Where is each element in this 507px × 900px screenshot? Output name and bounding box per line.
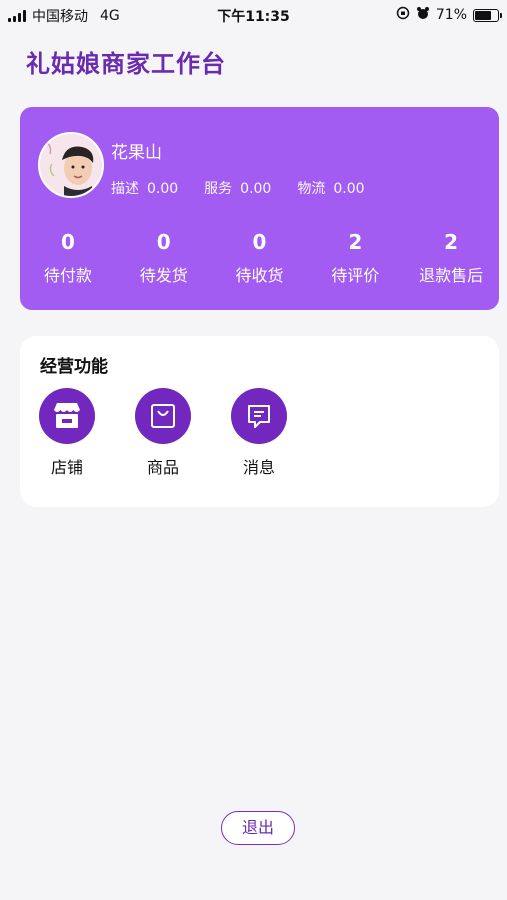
orientation-lock-icon <box>396 6 410 24</box>
function-store[interactable]: 店铺 <box>39 388 95 478</box>
order-refund-aftersale[interactable]: 2 退款售后 <box>403 230 499 286</box>
page-title: 礼姑娘商家工作台 <box>26 50 226 78</box>
function-label: 消息 <box>242 458 275 477</box>
function-products[interactable]: 商品 <box>135 388 191 478</box>
alarm-icon <box>416 6 430 24</box>
rating-description: 描述 0.00 <box>111 178 178 198</box>
order-count: 2 <box>348 230 363 254</box>
order-label: 待评价 <box>331 266 380 285</box>
order-label: 待发货 <box>139 266 188 285</box>
order-count: 0 <box>156 230 171 254</box>
message-icon[interactable] <box>231 388 287 444</box>
avatar[interactable] <box>38 132 104 198</box>
order-label: 待收货 <box>235 266 284 285</box>
functions-grid: 店铺 商品 消息 <box>39 388 287 478</box>
status-right: 71% <box>396 6 502 24</box>
function-label: 店铺 <box>50 458 83 477</box>
profile-card: 花果山 描述 0.00 服务 0.00 物流 0.00 0 待付款 0 待发货 0 待… <box>20 107 499 310</box>
rating-value: 0.00 <box>240 181 272 197</box>
order-count: 2 <box>444 230 459 254</box>
function-messages[interactable]: 消息 <box>231 388 287 478</box>
rating-logistics: 物流 0.00 <box>297 178 364 198</box>
order-label: 待付款 <box>43 266 92 285</box>
order-count: 0 <box>60 230 75 254</box>
order-pending-review[interactable]: 2 待评价 <box>307 230 403 286</box>
order-pending-shipment[interactable]: 0 待发货 <box>116 230 212 286</box>
ratings-row: 描述 0.00 服务 0.00 物流 0.00 <box>111 178 365 198</box>
rating-label: 描述 <box>111 181 139 197</box>
function-label: 商品 <box>146 458 179 477</box>
rating-value: 0.00 <box>147 181 179 197</box>
logout-button[interactable]: 退出 <box>221 811 295 845</box>
rating-value: 0.00 <box>333 181 365 197</box>
battery-icon <box>473 8 502 22</box>
rating-label: 服务 <box>204 181 233 197</box>
battery-percent: 71% <box>435 7 467 23</box>
status-bar: 中国移动 4G 下午11:35 71% <box>0 0 507 30</box>
order-status-row: 0 待付款 0 待发货 0 待收货 2 待评价 2 退款售后 <box>20 230 499 286</box>
order-label: 退款售后 <box>419 266 484 285</box>
rating-service: 服务 0.00 <box>204 178 271 198</box>
functions-title: 经营功能 <box>40 357 108 377</box>
functions-card: 经营功能 店铺 商品 消息 <box>20 336 499 507</box>
store-icon[interactable] <box>39 388 95 444</box>
order-pending-receipt[interactable]: 0 待收货 <box>212 230 308 286</box>
order-count: 0 <box>252 230 267 254</box>
shop-name: 花果山 <box>111 143 162 163</box>
order-pending-payment[interactable]: 0 待付款 <box>20 230 116 286</box>
bag-icon[interactable] <box>135 388 191 444</box>
rating-label: 物流 <box>297 181 326 197</box>
